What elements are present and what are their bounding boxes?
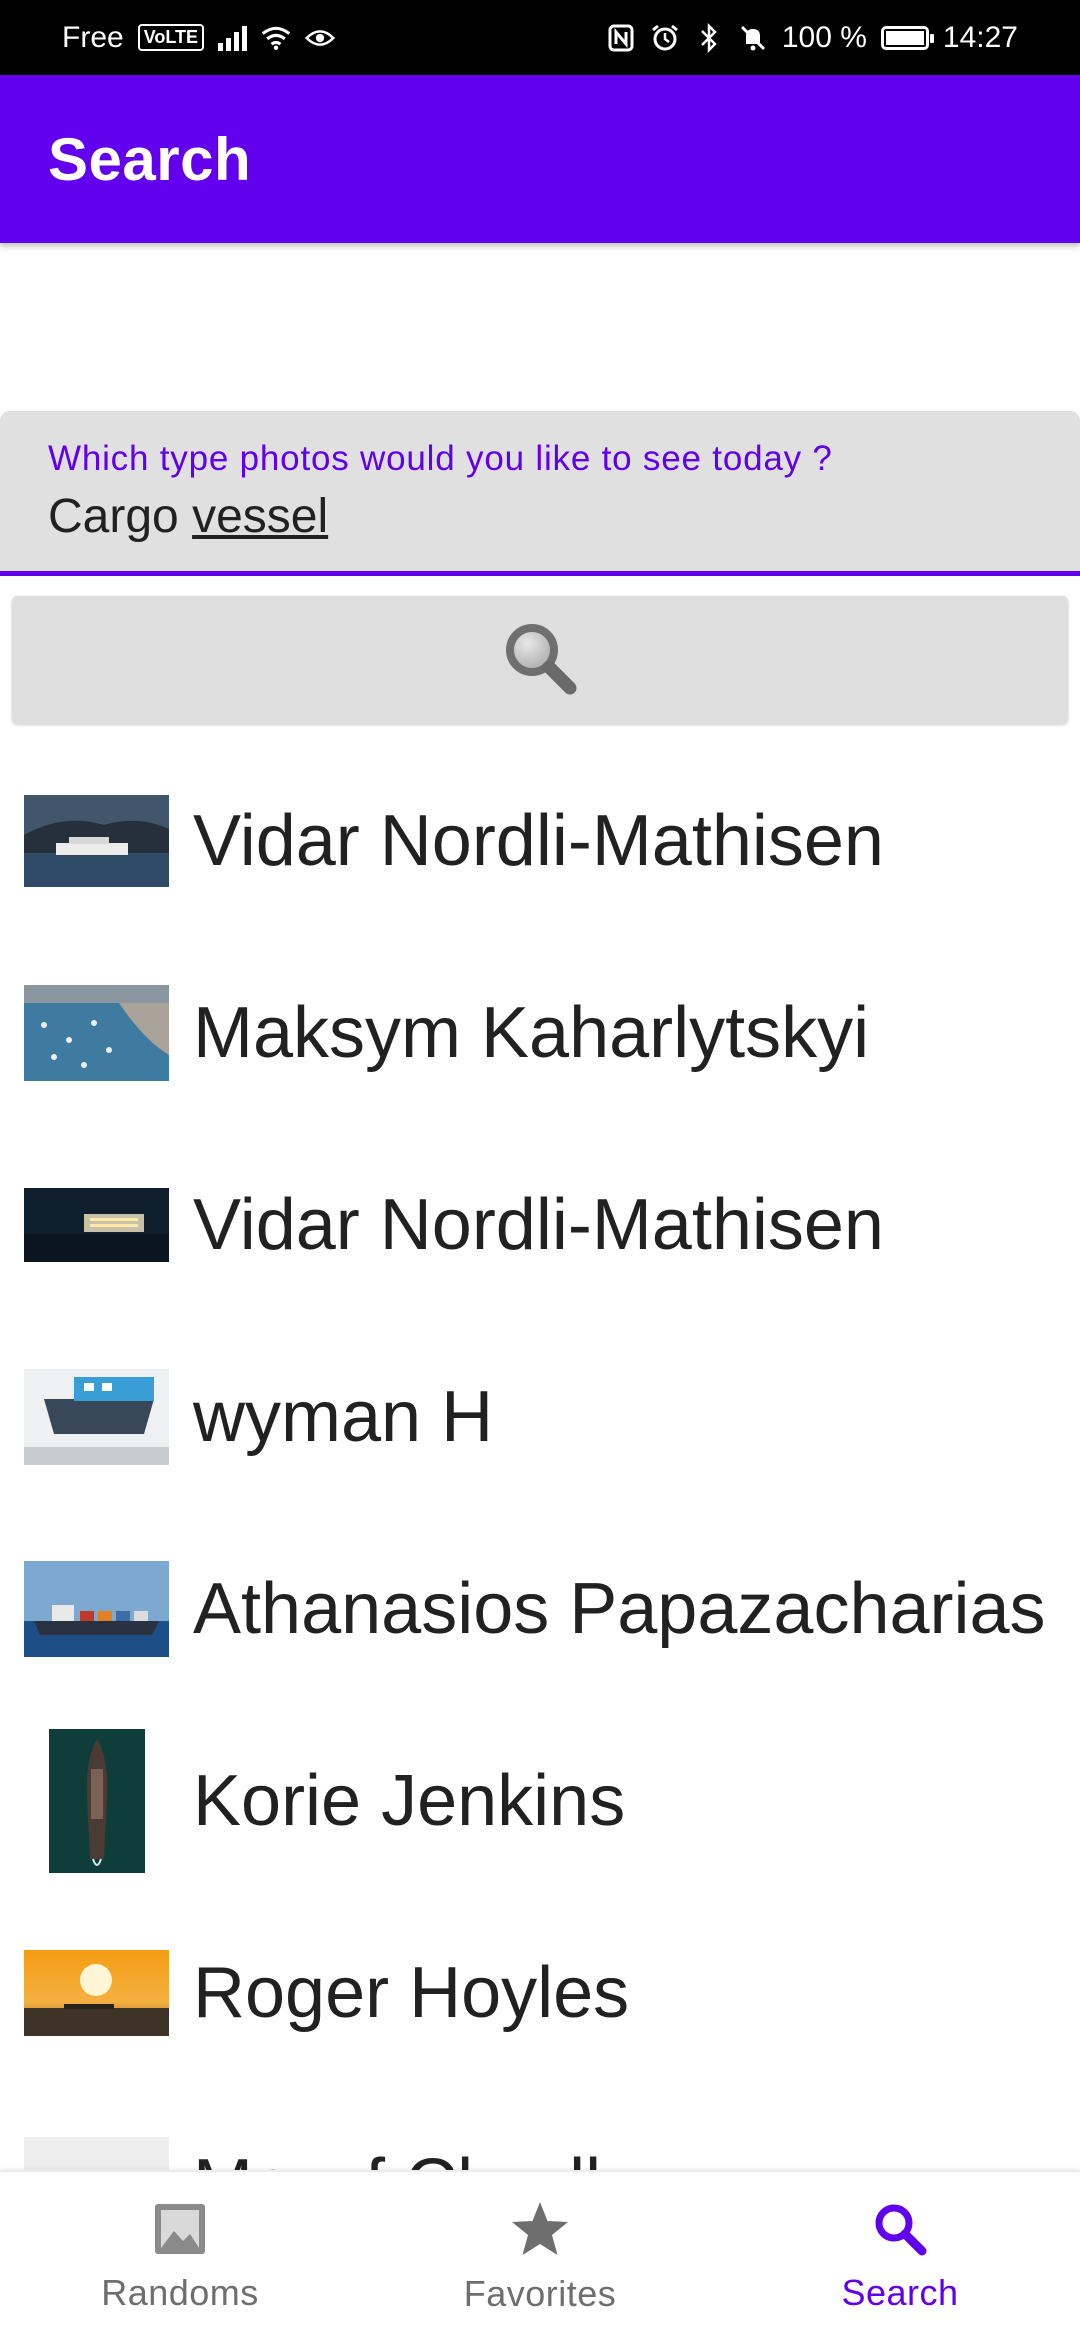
- photographer-name: Vidar Nordli-Mathisen: [193, 1185, 884, 1265]
- list-item[interactable]: Vidar Nordli-Mathisen: [0, 1129, 1080, 1321]
- thumbnail: [24, 745, 169, 937]
- nav-label-favorites: Favorites: [463, 2272, 617, 2314]
- search-input[interactable]: Which type photos would you like to see …: [0, 411, 1080, 576]
- search-input-value-word1: Cargo: [48, 490, 179, 543]
- results-list[interactable]: Vidar Nordli-Mathisen Maksym Kaharlytsky…: [0, 745, 1080, 2170]
- nav-item-search[interactable]: Search: [720, 2172, 1080, 2342]
- nav-label-search: Search: [841, 2271, 959, 2313]
- battery-icon: [880, 25, 934, 50]
- thumbnail: [24, 937, 169, 1129]
- search-button[interactable]: [12, 596, 1068, 724]
- volte-badge: VoLTE: [137, 24, 205, 51]
- magnifier-icon: [500, 618, 580, 703]
- thumbnail: [24, 2089, 169, 2170]
- search-input-value[interactable]: Cargo vessel: [48, 489, 1032, 544]
- photographer-name: Roger Hoyles: [193, 1953, 630, 2033]
- search-input-value-word2: vessel: [192, 490, 329, 543]
- photographer-name: Vidar Nordli-Mathisen: [193, 801, 884, 881]
- list-item[interactable]: Vidar Nordli-Mathisen: [0, 745, 1080, 937]
- image-icon: [152, 2201, 208, 2262]
- thumbnail: [24, 1513, 169, 1705]
- status-left: Free VoLTE: [62, 20, 336, 55]
- carrier-name: Free: [62, 20, 124, 54]
- thumbnail: [24, 1321, 169, 1513]
- signal-icon: [218, 25, 248, 51]
- nfc-icon: [606, 23, 636, 53]
- status-bar: Free VoLTE 100 % 14:27: [0, 0, 1080, 75]
- page-title: Search: [48, 125, 252, 193]
- wifi-icon: [261, 23, 291, 53]
- app-bar: Search: [0, 75, 1080, 243]
- nav-label-randoms: Randoms: [101, 2271, 259, 2313]
- photographer-name: Korie Jenkins: [193, 1761, 626, 1841]
- nav-item-randoms[interactable]: Randoms: [0, 2172, 360, 2342]
- nav-item-favorites[interactable]: Favorites: [360, 2172, 720, 2342]
- status-right: 100 % 14:27: [606, 21, 1018, 55]
- search-input-label: Which type photos would you like to see …: [48, 439, 833, 478]
- thumbnail: [24, 1129, 169, 1321]
- alarm-icon: [650, 23, 680, 53]
- clock: 14:27: [942, 20, 1018, 54]
- bottom-navigation: Randoms Favorites Search: [0, 2170, 1080, 2342]
- photographer-name: Mo…f Ch…ll: [193, 2144, 601, 2170]
- photographer-name: Athanasios Papazacharias: [193, 1569, 1046, 1649]
- search-icon: [872, 2201, 928, 2262]
- list-item[interactable]: Korie Jenkins: [0, 1705, 1080, 1897]
- photographer-name: Maksym Kaharlytskyi: [193, 993, 870, 1073]
- eye-icon: [305, 23, 336, 53]
- battery-percent: 100 %: [781, 20, 867, 54]
- list-item[interactable]: Athanasios Papazacharias: [0, 1513, 1080, 1705]
- thumbnail: [24, 1705, 169, 1897]
- list-item[interactable]: Mo…f Ch…ll: [0, 2089, 1080, 2170]
- list-item[interactable]: Roger Hoyles: [0, 1897, 1080, 2089]
- bluetooth-icon: [694, 22, 724, 53]
- photographer-name: wyman H: [193, 1377, 494, 1457]
- star-icon: [510, 2200, 570, 2263]
- list-item[interactable]: Maksym Kaharlytskyi: [0, 937, 1080, 1129]
- list-item[interactable]: wyman H: [0, 1321, 1080, 1513]
- muted-bell-icon: [738, 23, 768, 53]
- thumbnail: [24, 1897, 169, 2089]
